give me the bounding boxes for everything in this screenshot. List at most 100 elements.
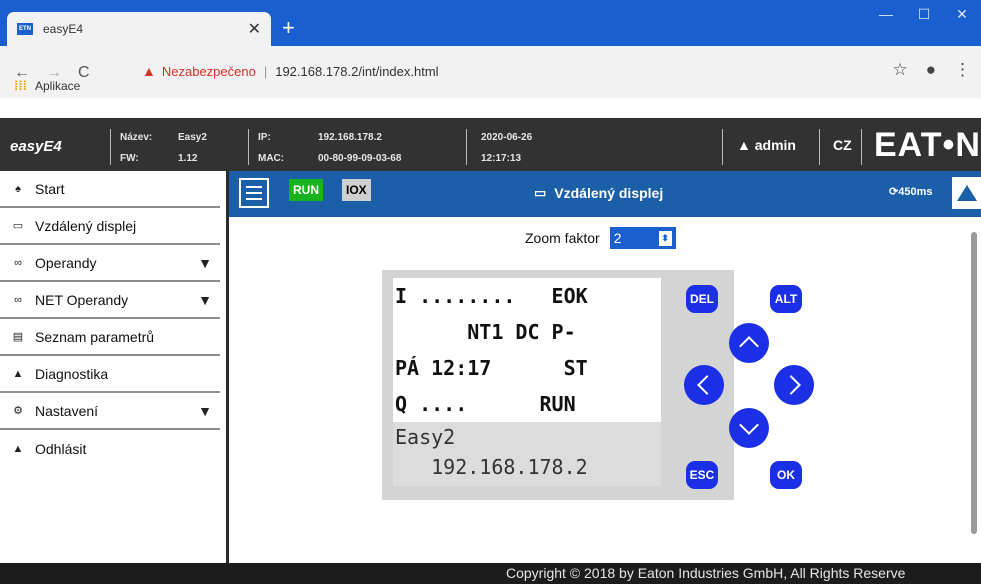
sidebar-item-label: Seznam parametrů bbox=[35, 328, 155, 345]
up-button[interactable] bbox=[729, 323, 769, 363]
url-separator: | bbox=[263, 63, 268, 79]
dropdown-arrow-icon[interactable]: ▼ bbox=[198, 255, 212, 271]
ok-button[interactable]: OK bbox=[770, 461, 802, 489]
lcd-line: PÁ 12:17 ST bbox=[395, 356, 588, 380]
sidebar-item-operands[interactable]: ∞ Operandy ▼ bbox=[0, 245, 220, 282]
fw-label: FW: bbox=[120, 153, 139, 164]
brand-label: easyE4 bbox=[10, 138, 62, 155]
chevron-left-icon bbox=[697, 375, 717, 395]
user-icon: ▲ bbox=[737, 137, 755, 153]
sidebar-item-diagnostics[interactable]: ▲ Diagnostika bbox=[0, 356, 220, 393]
esc-button[interactable]: ESC bbox=[686, 461, 718, 489]
scroll-up-button[interactable] bbox=[952, 177, 981, 209]
header-divider bbox=[248, 129, 249, 165]
timer-icon: ⟳ bbox=[889, 186, 899, 198]
bookmarks-bar: ⁞⁞⁞ Aplikace bbox=[14, 78, 80, 93]
star-icon[interactable]: ☆ bbox=[892, 60, 907, 80]
lcd-line: Easy2 bbox=[395, 425, 456, 449]
lcd-line: Q .... RUN bbox=[395, 392, 576, 416]
chevron-up-icon bbox=[739, 336, 759, 356]
iox-badge: IOX bbox=[342, 179, 371, 201]
glasses-icon: ∞ bbox=[14, 256, 22, 269]
sidebar-item-label: Start bbox=[35, 180, 65, 197]
zoom-select[interactable]: 2 ⬍ bbox=[609, 227, 676, 249]
remote-display-device: I ........ EOK NT1 DC P- PÁ 12:17 ST Q .… bbox=[382, 270, 814, 500]
apps-icon[interactable]: ⁞⁞⁞ bbox=[14, 78, 27, 93]
gear-icon: ⚙ bbox=[13, 405, 23, 417]
footer-left bbox=[0, 563, 229, 584]
main-toolbar: RUN IOX ▭ Vzdálený displej ⟳450ms bbox=[229, 171, 981, 217]
window-controls: — ☐ ✕ bbox=[867, 6, 981, 23]
zoom-label: Zoom faktor bbox=[525, 230, 600, 246]
cycle-time-value: 450ms bbox=[898, 186, 933, 198]
close-window-icon[interactable]: ✕ bbox=[943, 6, 981, 23]
zoom-value: 2 bbox=[613, 230, 622, 246]
time-value: 12:17:13 bbox=[481, 153, 522, 164]
header-divider bbox=[466, 129, 467, 165]
warning-icon: ▲ bbox=[142, 63, 156, 79]
page-title-text: Vzdálený displej bbox=[554, 185, 664, 201]
name-label: Název: bbox=[120, 132, 153, 143]
sidebar: ♠ Start ▭ Vzdálený displej ∞ Operandy ▼ … bbox=[0, 171, 228, 584]
address-bar: ← → C ▲ Nezabezpečeno | 192.168.178.2/in… bbox=[0, 46, 981, 98]
app-header: easyE4 Název: Easy2 FW: 1.12 IP: 192.168… bbox=[0, 118, 981, 171]
ip-label: IP: bbox=[258, 132, 271, 143]
date-value: 2020-06-26 bbox=[481, 132, 533, 143]
sidebar-item-label: Nastavení bbox=[35, 402, 99, 419]
lcd-line: NT1 DC P- bbox=[395, 320, 576, 344]
alt-button[interactable]: ALT bbox=[770, 285, 802, 313]
mac-value: 00-80-99-09-03-68 bbox=[318, 153, 402, 164]
new-tab-icon[interactable]: + bbox=[282, 17, 295, 39]
menu-icon[interactable]: ⋮ bbox=[954, 60, 971, 80]
user-menu[interactable]: ▲ admin bbox=[737, 137, 796, 153]
mac-label: MAC: bbox=[258, 153, 285, 164]
warning-icon: ▲ bbox=[12, 367, 24, 380]
profile-icon[interactable]: ● bbox=[926, 60, 936, 80]
sidebar-item-start[interactable]: ♠ Start bbox=[0, 171, 220, 208]
header-divider bbox=[819, 129, 820, 165]
monitor-icon: ▭ bbox=[534, 185, 547, 200]
eaton-logo: EAT•N bbox=[874, 126, 981, 164]
header-divider bbox=[110, 129, 111, 165]
spinner-arrows-icon: ⬍ bbox=[658, 230, 672, 246]
language-button[interactable]: CZ bbox=[833, 137, 852, 153]
browser-tab-bar: ETN easyE4 ✕ + — ☐ ✕ bbox=[0, 0, 981, 46]
maximize-icon[interactable]: ☐ bbox=[905, 6, 943, 23]
chevron-right-icon bbox=[781, 375, 801, 395]
dropdown-arrow-icon[interactable]: ▼ bbox=[198, 403, 212, 419]
lcd-info-area: Easy2 192.168.178.2 bbox=[393, 422, 661, 486]
lcd-line: I ........ EOK bbox=[395, 284, 588, 308]
sidebar-item-label: Operandy bbox=[35, 254, 97, 271]
url-text: 192.168.178.2/int/index.html bbox=[275, 63, 439, 79]
url-field[interactable]: ▲ Nezabezpečeno | 192.168.178.2/int/inde… bbox=[142, 63, 439, 79]
list-icon: ▤ bbox=[12, 331, 24, 343]
sidebar-item-parameters[interactable]: ▤ Seznam parametrů bbox=[0, 319, 220, 356]
sidebar-item-label: Diagnostika bbox=[35, 365, 109, 382]
glasses-icon: ∞ bbox=[14, 293, 22, 306]
zoom-control: Zoom faktor 2 ⬍ bbox=[525, 227, 676, 249]
sidebar-item-label: Odhlásit bbox=[35, 440, 87, 457]
arrow-up-icon bbox=[956, 185, 977, 201]
scrollbar[interactable] bbox=[971, 232, 977, 534]
del-button[interactable]: DEL bbox=[686, 285, 718, 313]
down-button[interactable] bbox=[729, 408, 769, 448]
sidebar-item-logout[interactable]: ▲ Odhlásit bbox=[0, 430, 220, 467]
header-divider bbox=[722, 129, 723, 165]
sidebar-item-net-operands[interactable]: ∞ NET Operandy ▼ bbox=[0, 282, 220, 319]
user-name: admin bbox=[754, 137, 796, 153]
name-value: Easy2 bbox=[178, 132, 207, 143]
browser-tab[interactable]: ETN easyE4 ✕ bbox=[7, 12, 271, 46]
close-tab-icon[interactable]: ✕ bbox=[248, 19, 261, 39]
sidebar-item-remote-display[interactable]: ▭ Vzdálený displej bbox=[0, 208, 220, 245]
monitor-icon: ▭ bbox=[12, 220, 24, 232]
right-button[interactable] bbox=[774, 365, 814, 405]
left-button[interactable] bbox=[684, 365, 724, 405]
hamburger-menu-icon[interactable] bbox=[239, 178, 269, 208]
sidebar-divider bbox=[226, 171, 229, 563]
minimize-icon[interactable]: — bbox=[867, 6, 905, 23]
dropdown-arrow-icon[interactable]: ▼ bbox=[198, 292, 212, 308]
sidebar-item-settings[interactable]: ⚙ Nastavení ▼ bbox=[0, 393, 220, 430]
bookmark-apps[interactable]: Aplikace bbox=[35, 79, 80, 93]
lcd-screen: I ........ EOK NT1 DC P- PÁ 12:17 ST Q .… bbox=[393, 278, 661, 486]
fw-value: 1.12 bbox=[178, 153, 198, 164]
